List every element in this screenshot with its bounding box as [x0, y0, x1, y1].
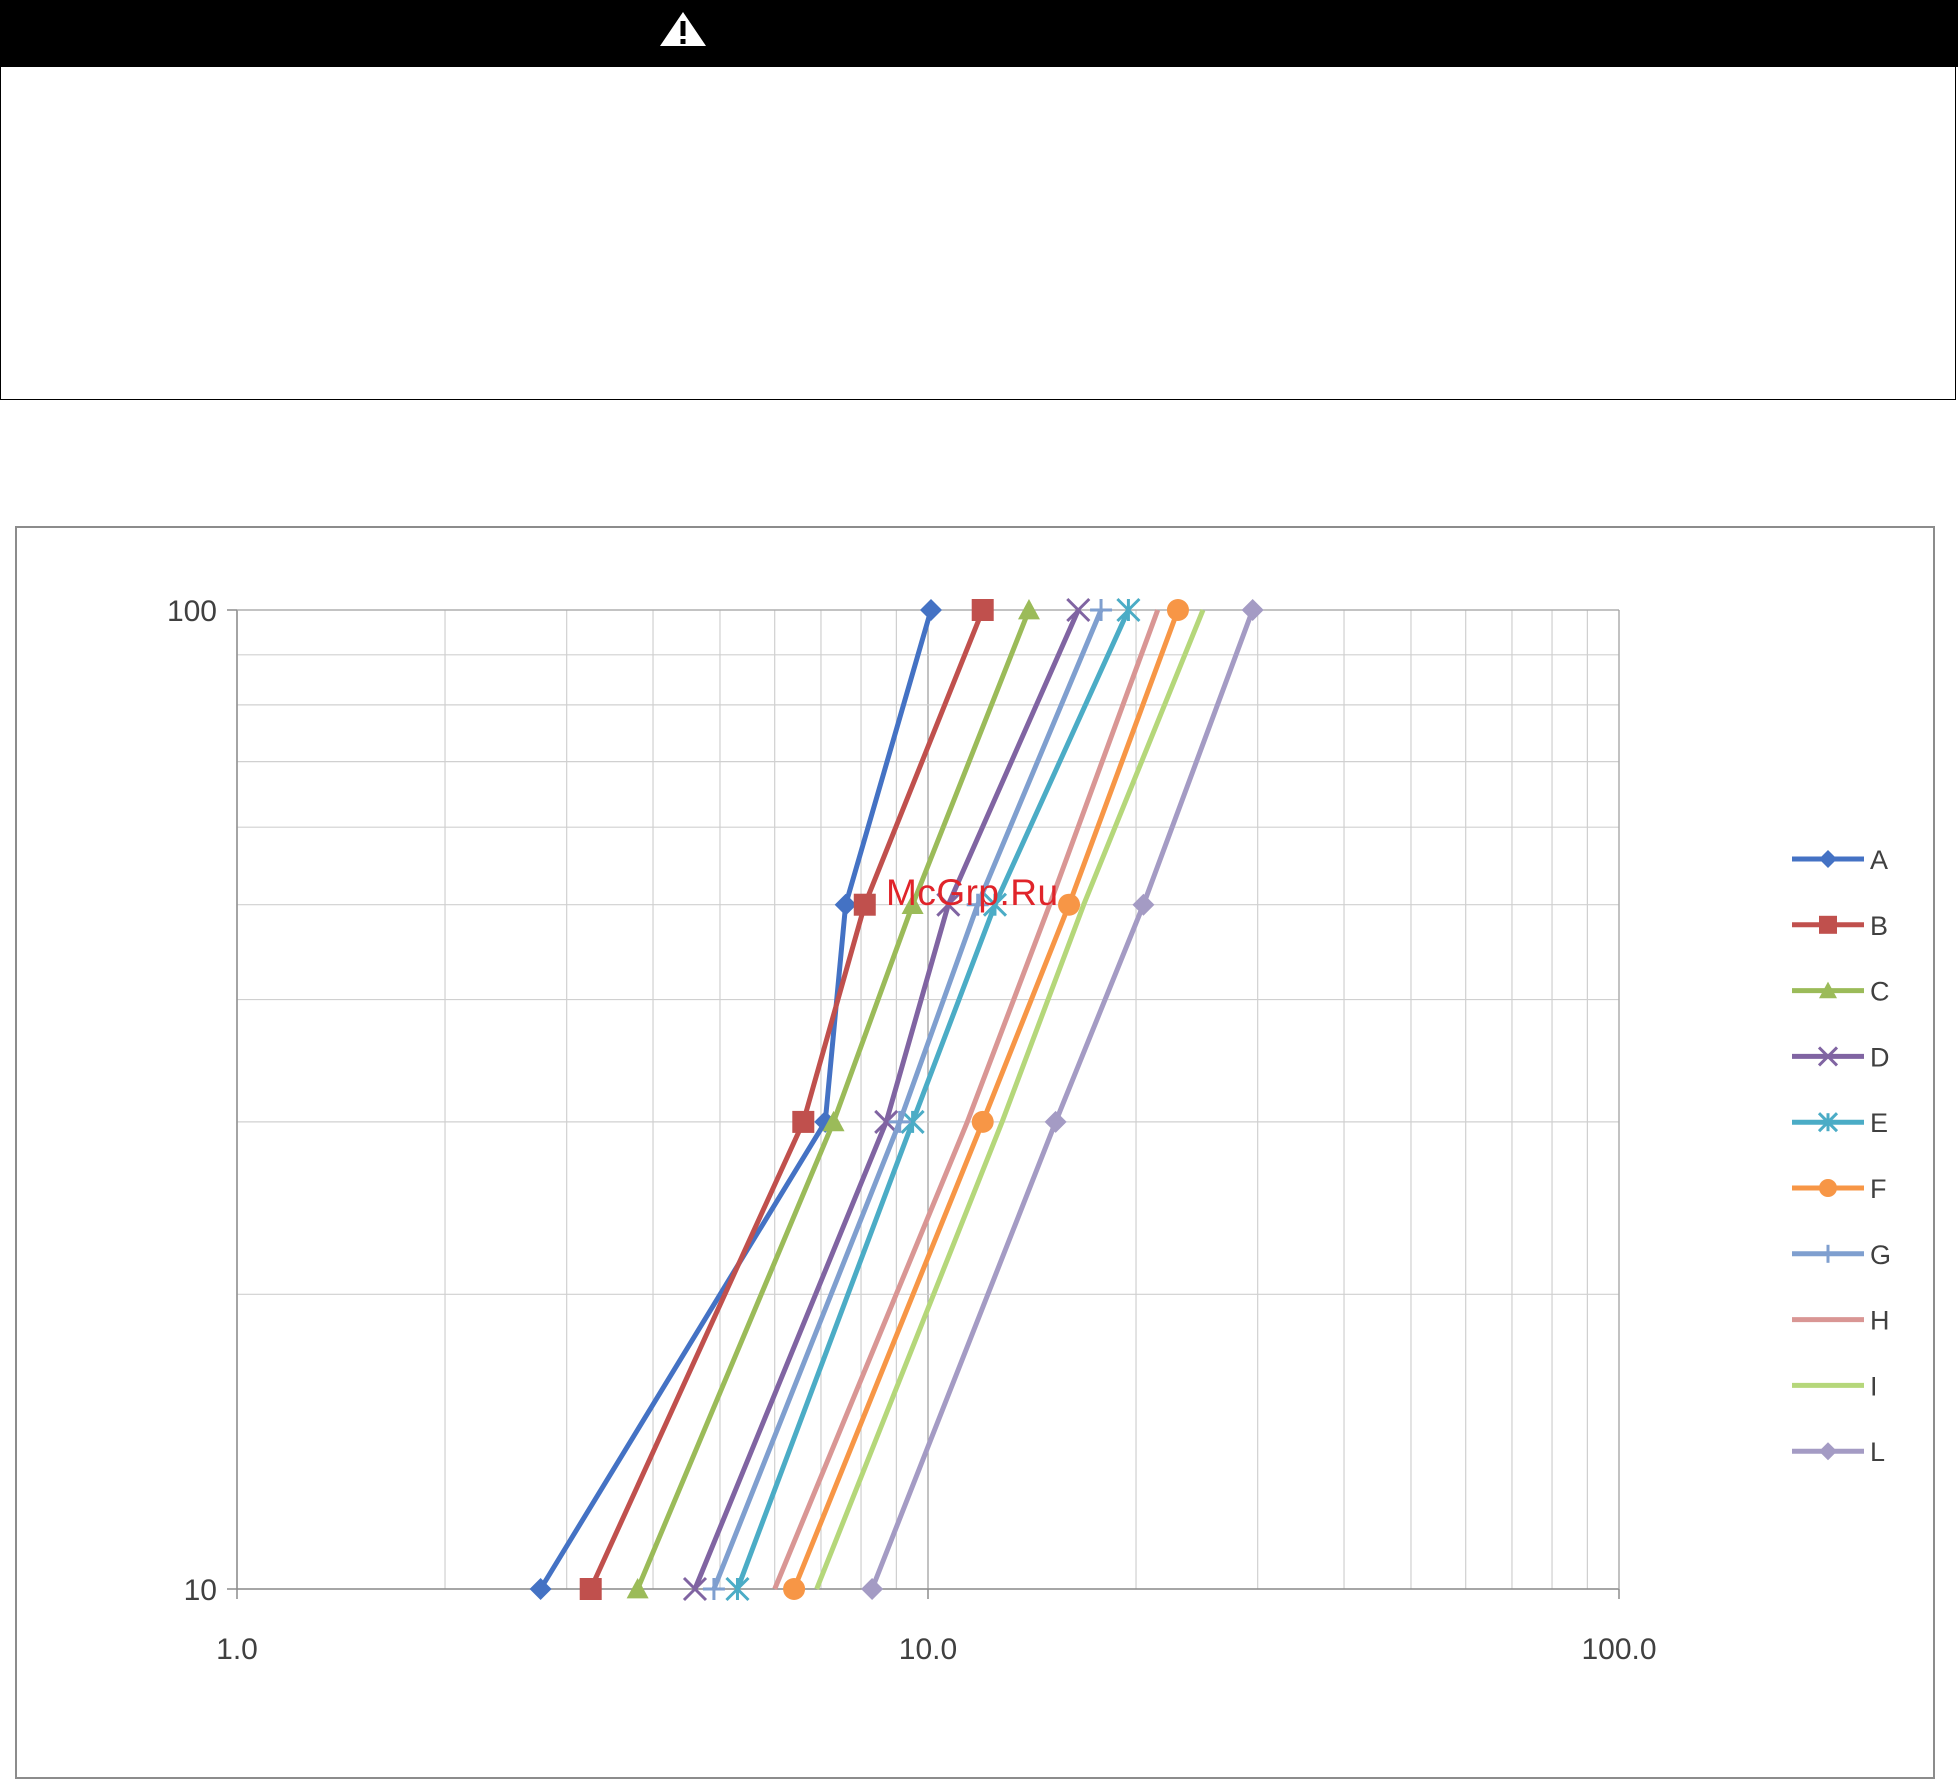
data-point — [1058, 893, 1081, 916]
legend-label: A — [1870, 845, 1888, 875]
data-point — [1017, 599, 1040, 620]
data-point — [529, 1578, 552, 1600]
legend-label: E — [1870, 1108, 1888, 1138]
data-point — [626, 1578, 649, 1599]
legend-item-e: E — [1792, 1108, 1888, 1138]
legend-label: B — [1870, 911, 1888, 941]
legend-item-i: I — [1792, 1371, 1878, 1401]
data-point — [1090, 599, 1113, 621]
legend-label: L — [1870, 1437, 1885, 1467]
legend-item-g: G — [1792, 1240, 1891, 1270]
chart-svg: 1.0 10.0 100.0 10 100 A B C D E F G H I L — [167, 595, 1891, 1666]
data-point — [1166, 599, 1189, 621]
legend-item-a: A — [1792, 845, 1888, 875]
series-a — [529, 599, 942, 1600]
chart-legend: A B C D E F G H I L — [1792, 845, 1891, 1467]
data-point — [971, 599, 994, 621]
series-line — [711, 609, 1104, 1590]
warning-body-box — [0, 67, 1956, 400]
data-point — [834, 893, 857, 916]
data-point — [1819, 915, 1837, 934]
data-point — [783, 1578, 806, 1600]
series-b — [579, 599, 994, 1600]
legend-label: G — [1870, 1240, 1891, 1270]
data-point — [853, 893, 876, 916]
legend-item-l: L — [1792, 1437, 1885, 1467]
data-point — [861, 1578, 884, 1600]
legend-label: C — [1870, 977, 1890, 1007]
data-point — [579, 1578, 602, 1600]
series-line — [814, 609, 1206, 1590]
x-tick-label: 1.0 — [216, 1633, 258, 1666]
data-point — [1819, 850, 1837, 868]
legend-item-d: D — [1792, 1042, 1890, 1072]
data-point — [702, 1578, 725, 1600]
x-tick-label: 10.0 — [899, 1633, 957, 1666]
data-point — [1241, 599, 1264, 621]
data-point — [1044, 1110, 1067, 1133]
legend-label: H — [1870, 1306, 1890, 1336]
series-line — [588, 609, 986, 1591]
legend-label: D — [1870, 1042, 1890, 1072]
legend-label: F — [1870, 1174, 1887, 1204]
series-line — [735, 608, 1131, 1590]
series-g — [702, 599, 1113, 1600]
legend-item-f: F — [1792, 1174, 1887, 1204]
chart-frame: 1.0 10.0 100.0 10 100 A B C D E F G H I L — [15, 526, 1935, 1779]
data-point — [1819, 1244, 1837, 1263]
series-e — [725, 597, 1141, 1602]
legend-label: I — [1870, 1371, 1878, 1401]
data-point — [1819, 1179, 1837, 1197]
legend-item-b: B — [1792, 911, 1888, 941]
watermark-text: McGrp.Ru — [886, 872, 1059, 913]
series-line — [791, 609, 1181, 1590]
x-tick-label: 100.0 — [1581, 1633, 1656, 1666]
warning-triangle-icon — [660, 12, 706, 46]
data-point — [1819, 1442, 1837, 1461]
y-tick-label: 10 — [184, 1574, 217, 1607]
series-line — [772, 609, 1161, 1590]
y-tick-label: 100 — [167, 595, 217, 628]
series-d — [682, 597, 1091, 1602]
legend-item-h: H — [1792, 1306, 1890, 1336]
data-point — [919, 599, 942, 621]
data-point — [792, 1110, 815, 1133]
legend-item-c: C — [1792, 977, 1890, 1007]
data-point — [971, 1110, 994, 1133]
series-i — [814, 609, 1206, 1590]
series-h — [772, 609, 1161, 1590]
warning-header-bar — [0, 0, 1958, 67]
